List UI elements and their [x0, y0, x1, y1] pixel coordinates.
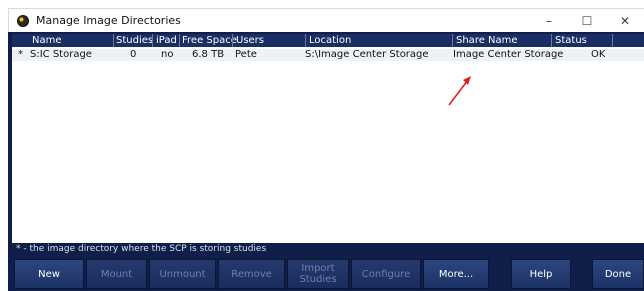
column-header-location[interactable]: Location — [309, 34, 351, 47]
help-button[interactable]: Help — [511, 259, 571, 289]
cell-users: Pete — [235, 49, 257, 60]
red-arrow-icon — [448, 76, 471, 106]
column-header-ipad[interactable]: iPad — [156, 34, 177, 47]
button-bar: New Mount Unmount Remove Import Studies … — [12, 257, 644, 291]
done-button[interactable]: Done — [592, 259, 644, 289]
mount-button[interactable]: Mount — [86, 259, 147, 289]
cell-location: S:\Image Center Storage — [305, 49, 429, 60]
table-row[interactable]: * S:IC Storage 0 no 6.8 TB Pete S:\Image… — [12, 49, 644, 61]
close-button[interactable]: ✕ — [606, 9, 644, 33]
directory-list[interactable]: * S:IC Storage 0 no 6.8 TB Pete S:\Image… — [12, 47, 644, 243]
column-header-free-space[interactable]: Free Space — [182, 34, 237, 47]
minimize-button[interactable]: – — [530, 9, 568, 33]
column-divider[interactable] — [113, 34, 114, 47]
configure-button[interactable]: Configure — [351, 259, 421, 289]
column-header-status[interactable]: Status — [555, 34, 587, 47]
maximize-button[interactable]: ☐ — [568, 9, 606, 33]
window-controls: – ☐ ✕ — [530, 9, 644, 33]
title-bar: Manage Image Directories – ☐ ✕ — [8, 8, 644, 32]
cell-studies: 0 — [130, 49, 137, 60]
cell-name: S:IC Storage — [30, 49, 92, 60]
column-header-share-name[interactable]: Share Name — [456, 34, 518, 47]
column-divider[interactable] — [452, 34, 453, 47]
remove-button[interactable]: Remove — [218, 259, 285, 289]
more-button[interactable]: More... — [423, 259, 489, 289]
cell-ipad: no — [161, 49, 174, 60]
cell-free-space: 6.8 TB — [192, 49, 225, 60]
new-button[interactable]: New — [14, 259, 84, 289]
column-divider[interactable] — [152, 34, 153, 47]
import-studies-button[interactable]: Import Studies — [287, 259, 349, 289]
cell-status: OK — [591, 49, 606, 60]
column-divider[interactable] — [551, 34, 552, 47]
column-divider[interactable] — [232, 34, 233, 47]
column-divider[interactable] — [179, 34, 180, 47]
unmount-button[interactable]: Unmount — [149, 259, 216, 289]
window-title: Manage Image Directories — [36, 14, 181, 27]
table-header: Name Studies iPad Free Space Users Locat… — [12, 34, 644, 47]
column-header-name[interactable]: Name — [32, 34, 62, 47]
app-icon — [17, 14, 29, 27]
column-header-studies[interactable]: Studies — [116, 34, 153, 47]
default-directory-marker: * — [18, 49, 23, 60]
column-divider[interactable] — [305, 34, 306, 47]
default-directory-note: * - the image directory where the SCP is… — [16, 244, 267, 254]
cell-share-name: Image Center Storage — [453, 49, 564, 60]
column-divider[interactable] — [612, 34, 613, 47]
column-header-users[interactable]: Users — [236, 34, 264, 47]
